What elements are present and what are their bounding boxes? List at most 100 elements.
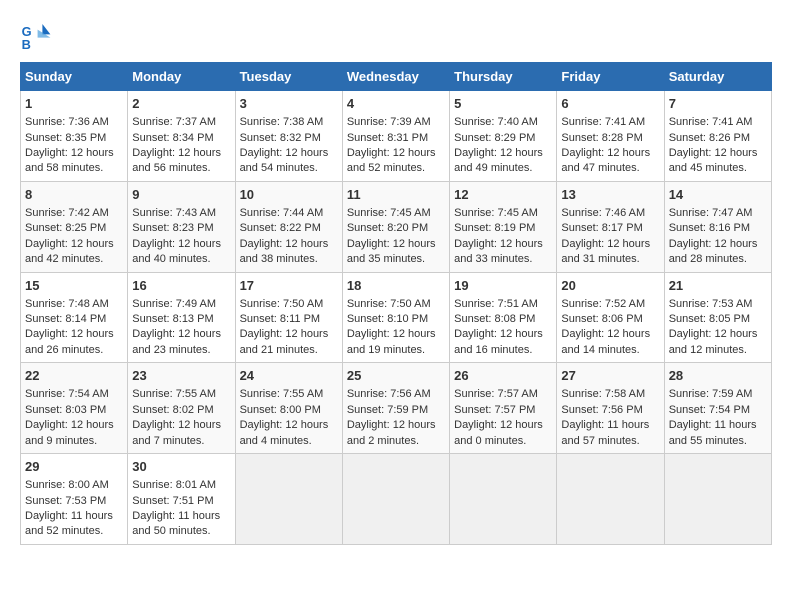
day-info: Sunset: 8:31 PM: [347, 131, 445, 146]
day-info: and 54 minutes.: [240, 161, 338, 176]
day-number: 2: [132, 95, 230, 113]
day-number: 21: [669, 277, 767, 295]
day-info: Sunrise: 7:49 AM: [132, 297, 230, 312]
day-info: and 35 minutes.: [347, 252, 445, 267]
day-info: and 33 minutes.: [454, 252, 552, 267]
day-number: 17: [240, 277, 338, 295]
day-info: Sunset: 8:26 PM: [669, 131, 767, 146]
calendar-cell: 6Sunrise: 7:41 AMSunset: 8:28 PMDaylight…: [557, 91, 664, 182]
day-info: Daylight: 12 hours: [454, 237, 552, 252]
day-info: and 40 minutes.: [132, 252, 230, 267]
day-info: Sunrise: 7:41 AM: [669, 115, 767, 130]
day-info: Daylight: 12 hours: [132, 237, 230, 252]
calendar-cell: 24Sunrise: 7:55 AMSunset: 8:00 PMDayligh…: [235, 363, 342, 454]
day-info: Sunrise: 7:41 AM: [561, 115, 659, 130]
day-info: Sunrise: 8:00 AM: [25, 478, 123, 493]
day-info: and 47 minutes.: [561, 161, 659, 176]
day-info: Sunset: 8:32 PM: [240, 131, 338, 146]
day-info: Sunrise: 7:38 AM: [240, 115, 338, 130]
calendar-cell: 15Sunrise: 7:48 AMSunset: 8:14 PMDayligh…: [21, 272, 128, 363]
calendar-week-row: 29Sunrise: 8:00 AMSunset: 7:53 PMDayligh…: [21, 454, 772, 545]
day-info: and 49 minutes.: [454, 161, 552, 176]
day-info: Sunrise: 7:55 AM: [132, 387, 230, 402]
day-number: 19: [454, 277, 552, 295]
day-number: 11: [347, 186, 445, 204]
day-header-thursday: Thursday: [450, 63, 557, 91]
calendar-cell: 12Sunrise: 7:45 AMSunset: 8:19 PMDayligh…: [450, 181, 557, 272]
page-header: G B: [20, 20, 772, 52]
day-number: 26: [454, 367, 552, 385]
calendar-cell: 19Sunrise: 7:51 AMSunset: 8:08 PMDayligh…: [450, 272, 557, 363]
day-number: 13: [561, 186, 659, 204]
day-info: Sunset: 8:08 PM: [454, 312, 552, 327]
calendar-week-row: 1Sunrise: 7:36 AMSunset: 8:35 PMDaylight…: [21, 91, 772, 182]
day-info: Sunrise: 7:45 AM: [347, 206, 445, 221]
day-info: and 2 minutes.: [347, 434, 445, 449]
day-info: and 45 minutes.: [669, 161, 767, 176]
day-number: 24: [240, 367, 338, 385]
day-header-row: SundayMondayTuesdayWednesdayThursdayFrid…: [21, 63, 772, 91]
day-number: 23: [132, 367, 230, 385]
day-number: 5: [454, 95, 552, 113]
day-info: Sunrise: 7:50 AM: [347, 297, 445, 312]
day-info: and 4 minutes.: [240, 434, 338, 449]
day-info: Sunrise: 7:51 AM: [454, 297, 552, 312]
calendar-cell: 10Sunrise: 7:44 AMSunset: 8:22 PMDayligh…: [235, 181, 342, 272]
day-info: and 9 minutes.: [25, 434, 123, 449]
day-header-tuesday: Tuesday: [235, 63, 342, 91]
day-number: 6: [561, 95, 659, 113]
day-info: Sunset: 7:54 PM: [669, 403, 767, 418]
day-info: Daylight: 12 hours: [669, 327, 767, 342]
calendar-cell: 11Sunrise: 7:45 AMSunset: 8:20 PMDayligh…: [342, 181, 449, 272]
day-header-friday: Friday: [557, 63, 664, 91]
calendar-cell: 16Sunrise: 7:49 AMSunset: 8:13 PMDayligh…: [128, 272, 235, 363]
day-number: 7: [669, 95, 767, 113]
day-info: Sunset: 8:02 PM: [132, 403, 230, 418]
day-info: Daylight: 12 hours: [454, 146, 552, 161]
day-number: 4: [347, 95, 445, 113]
day-number: 14: [669, 186, 767, 204]
calendar-cell: 26Sunrise: 7:57 AMSunset: 7:57 PMDayligh…: [450, 363, 557, 454]
day-info: and 21 minutes.: [240, 343, 338, 358]
day-info: Sunset: 8:22 PM: [240, 221, 338, 236]
day-info: Daylight: 12 hours: [347, 146, 445, 161]
calendar-cell: 28Sunrise: 7:59 AMSunset: 7:54 PMDayligh…: [664, 363, 771, 454]
day-number: 15: [25, 277, 123, 295]
day-number: 3: [240, 95, 338, 113]
day-info: and 52 minutes.: [25, 524, 123, 539]
day-number: 20: [561, 277, 659, 295]
day-info: Daylight: 12 hours: [132, 327, 230, 342]
day-info: Sunset: 8:13 PM: [132, 312, 230, 327]
day-info: Sunset: 8:05 PM: [669, 312, 767, 327]
calendar-cell: 18Sunrise: 7:50 AMSunset: 8:10 PMDayligh…: [342, 272, 449, 363]
day-number: 25: [347, 367, 445, 385]
day-info: Daylight: 12 hours: [25, 237, 123, 252]
day-number: 30: [132, 458, 230, 476]
day-info: Sunrise: 8:01 AM: [132, 478, 230, 493]
calendar-cell: 23 Sunrise: 7:55 AMSunset: 8:02 PMDayligh…: [128, 363, 235, 454]
calendar-week-row: 15Sunrise: 7:48 AMSunset: 8:14 PMDayligh…: [21, 272, 772, 363]
day-info: Sunrise: 7:48 AM: [25, 297, 123, 312]
day-info: and 52 minutes.: [347, 161, 445, 176]
day-info: Sunset: 8:25 PM: [25, 221, 123, 236]
day-info: Daylight: 12 hours: [454, 418, 552, 433]
day-header-wednesday: Wednesday: [342, 63, 449, 91]
day-number: 10: [240, 186, 338, 204]
calendar-cell: [235, 454, 342, 545]
calendar-cell: 1Sunrise: 7:36 AMSunset: 8:35 PMDaylight…: [21, 91, 128, 182]
day-info: and 26 minutes.: [25, 343, 123, 358]
day-info: Daylight: 12 hours: [132, 418, 230, 433]
calendar-cell: 20Sunrise: 7:52 AMSunset: 8:06 PMDayligh…: [557, 272, 664, 363]
day-info: Sunrise: 7:47 AM: [669, 206, 767, 221]
calendar-cell: 22Sunrise: 7:54 AMSunset: 8:03 PMDayligh…: [21, 363, 128, 454]
day-info: Daylight: 12 hours: [669, 237, 767, 252]
day-number: 8: [25, 186, 123, 204]
calendar-cell: [664, 454, 771, 545]
day-info: and 31 minutes.: [561, 252, 659, 267]
day-info: and 7 minutes.: [132, 434, 230, 449]
day-info: Sunrise: 7:56 AM: [347, 387, 445, 402]
day-info: Daylight: 12 hours: [25, 146, 123, 161]
day-info: Sunset: 7:57 PM: [454, 403, 552, 418]
calendar-week-row: 8Sunrise: 7:42 AMSunset: 8:25 PMDaylight…: [21, 181, 772, 272]
day-info: Sunset: 8:35 PM: [25, 131, 123, 146]
